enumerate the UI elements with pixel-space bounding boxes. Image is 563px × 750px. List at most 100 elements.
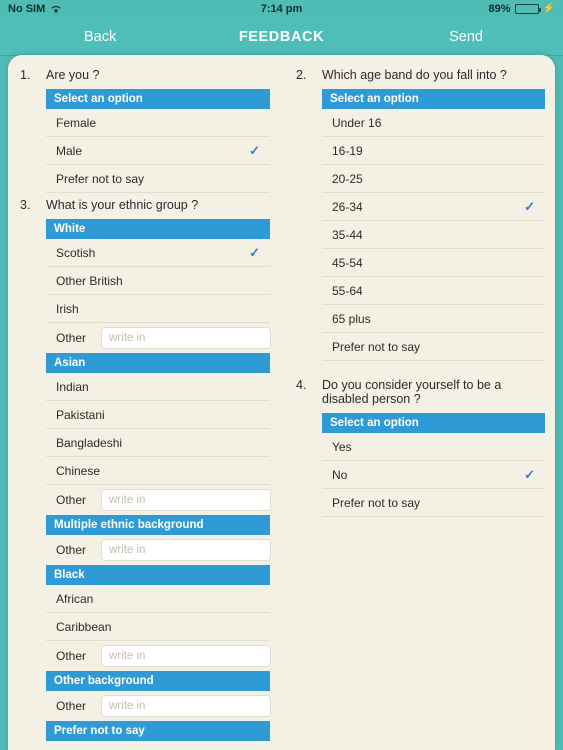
column-spacer — [292, 361, 545, 373]
option-label: 20-25 — [332, 171, 363, 186]
option-row[interactable]: 45-54 — [322, 249, 545, 277]
question-number: 1. — [20, 68, 31, 82]
option-label: Scotish — [56, 245, 96, 260]
option-row[interactable]: 55-64 — [322, 277, 545, 305]
option-row[interactable]: 65 plus — [322, 305, 545, 333]
write-in-label: Other — [56, 331, 87, 345]
write-in-label: Other — [56, 493, 87, 507]
option-row[interactable]: No ✓ — [322, 461, 545, 489]
option-label: Female — [56, 115, 97, 130]
option-label: 65 plus — [332, 311, 371, 326]
option-label: 45-54 — [332, 255, 363, 270]
form-column-left: 1. Are you ? Select an option Female Male ✓ Pr… — [8, 55, 271, 750]
checkmark-icon: ✓ — [249, 245, 260, 260]
option-label: African — [56, 591, 94, 606]
navigation-bar: Back FEEDBACK Send — [0, 18, 563, 56]
option-label: Under 16 — [332, 115, 382, 130]
option-list: White Scotish ✓ Other British Irish Other Asia… — [46, 219, 271, 750]
question-number: 2. — [296, 68, 307, 82]
option-row[interactable]: Other British — [46, 267, 270, 295]
option-label: No — [332, 467, 348, 482]
write-in-input[interactable] — [101, 695, 271, 717]
option-row[interactable]: Under 16 — [322, 109, 545, 137]
option-row[interactable]: 26-34 ✓ — [322, 193, 545, 221]
option-row[interactable]: Yes — [322, 433, 545, 461]
option-row[interactable]: 35-44 — [322, 221, 545, 249]
option-row[interactable]: 20-25 — [322, 165, 545, 193]
option-row[interactable]: Indian — [46, 373, 270, 401]
question-number: 4. — [296, 378, 307, 392]
write-in-row: Other — [46, 323, 271, 353]
status-bar-right: 89% ⚡ — [489, 3, 555, 15]
option-group-header[interactable]: Select an option — [46, 89, 270, 109]
write-in-input[interactable] — [101, 327, 271, 349]
option-label: 35-44 — [332, 227, 363, 242]
option-row[interactable]: Bangladeshi — [46, 429, 270, 457]
feedback-form-card: 1. Are you ? Select an option Female Male ✓ Pr… — [8, 55, 555, 750]
write-in-row: Other — [46, 535, 271, 565]
write-in-row: Other — [46, 641, 271, 671]
option-label: Pakistani — [56, 407, 105, 422]
option-label: Prefer not to say — [332, 495, 421, 510]
option-group-header[interactable]: Black — [46, 565, 270, 585]
option-label: Yes — [332, 439, 352, 454]
option-group-header[interactable]: Multiple ethnic background — [46, 515, 270, 535]
option-row[interactable]: Male ✓ — [46, 137, 270, 165]
write-in-input[interactable] — [101, 645, 271, 667]
send-button[interactable]: Send — [449, 29, 483, 45]
option-row[interactable]: Scotish ✓ — [46, 239, 270, 267]
question-number: 3. — [20, 198, 31, 212]
option-list: Select an option Female Male ✓ Prefer not to… — [46, 89, 270, 193]
option-label: Irish — [56, 301, 79, 316]
option-row[interactable]: Caribbean — [46, 613, 270, 641]
question-text: What is your ethnic group ? — [46, 198, 199, 212]
option-row[interactable]: Pakistani — [46, 401, 270, 429]
question-text: Are you ? — [46, 68, 100, 82]
option-label: Indian — [56, 379, 89, 394]
question-text: Which age band do you fall into ? — [322, 68, 507, 82]
option-label: Chinese — [56, 463, 101, 478]
option-row[interactable]: Prefer not to say — [46, 741, 270, 750]
checkmark-icon: ✓ — [524, 199, 535, 214]
option-label: Prefer not to say — [56, 171, 145, 186]
status-bar-time: 7:14 pm — [260, 3, 303, 15]
write-in-row: Other — [46, 485, 271, 515]
question-header: 1. Are you ? — [16, 63, 270, 89]
write-in-label: Other — [56, 543, 87, 557]
option-group-header[interactable]: Prefer not to say — [46, 721, 270, 741]
option-group-header[interactable]: Other background — [46, 671, 270, 691]
option-group-header[interactable]: Select an option — [322, 413, 545, 433]
option-row[interactable]: Chinese — [46, 457, 270, 485]
battery-percent-label: 89% — [488, 3, 511, 15]
option-label: 16-19 — [332, 143, 363, 158]
option-row[interactable]: Prefer not to say — [322, 489, 545, 517]
question-header: 2. Which age band do you fall into ? — [292, 63, 545, 89]
write-in-input[interactable] — [101, 539, 271, 561]
battery-icon — [514, 4, 541, 14]
write-in-input[interactable] — [101, 489, 271, 511]
option-label: Prefer not to say — [332, 339, 421, 354]
option-group-header[interactable]: White — [46, 219, 270, 239]
status-bar: No SIM 7:14 pm 89% ⚡ — [0, 0, 563, 18]
option-row[interactable]: Prefer not to say — [46, 165, 270, 193]
lightning-bolt-icon: ⚡ — [542, 3, 555, 14]
option-label: Male — [56, 143, 83, 158]
option-label: Bangladeshi — [56, 435, 123, 450]
question-block: 1. Are you ? Select an option Female Male ✓ Pr… — [16, 63, 270, 193]
option-row[interactable]: African — [46, 585, 270, 613]
question-block: 3. What is your ethnic group ? White Scotis… — [16, 193, 271, 750]
question-header: 3. What is your ethnic group ? — [16, 193, 270, 219]
option-row[interactable]: Irish — [46, 295, 270, 323]
option-group-header[interactable]: Asian — [46, 353, 270, 373]
option-row[interactable]: 16-19 — [322, 137, 545, 165]
form-column-right: 2. Which age band do you fall into ? Selec… — [270, 55, 555, 750]
option-label: 55-64 — [332, 283, 363, 298]
option-label: Other British — [56, 273, 123, 288]
option-list: Select an option Under 16 16-19 20-25 26-34 ✓… — [322, 89, 545, 361]
option-row[interactable]: Prefer not to say — [322, 333, 545, 361]
option-group-header[interactable]: Select an option — [322, 89, 545, 109]
write-in-label: Other — [56, 699, 87, 713]
option-row[interactable]: Female — [46, 109, 270, 137]
write-in-label: Other — [56, 649, 87, 663]
question-text: Do you consider yourself to be a disable… — [322, 378, 502, 406]
